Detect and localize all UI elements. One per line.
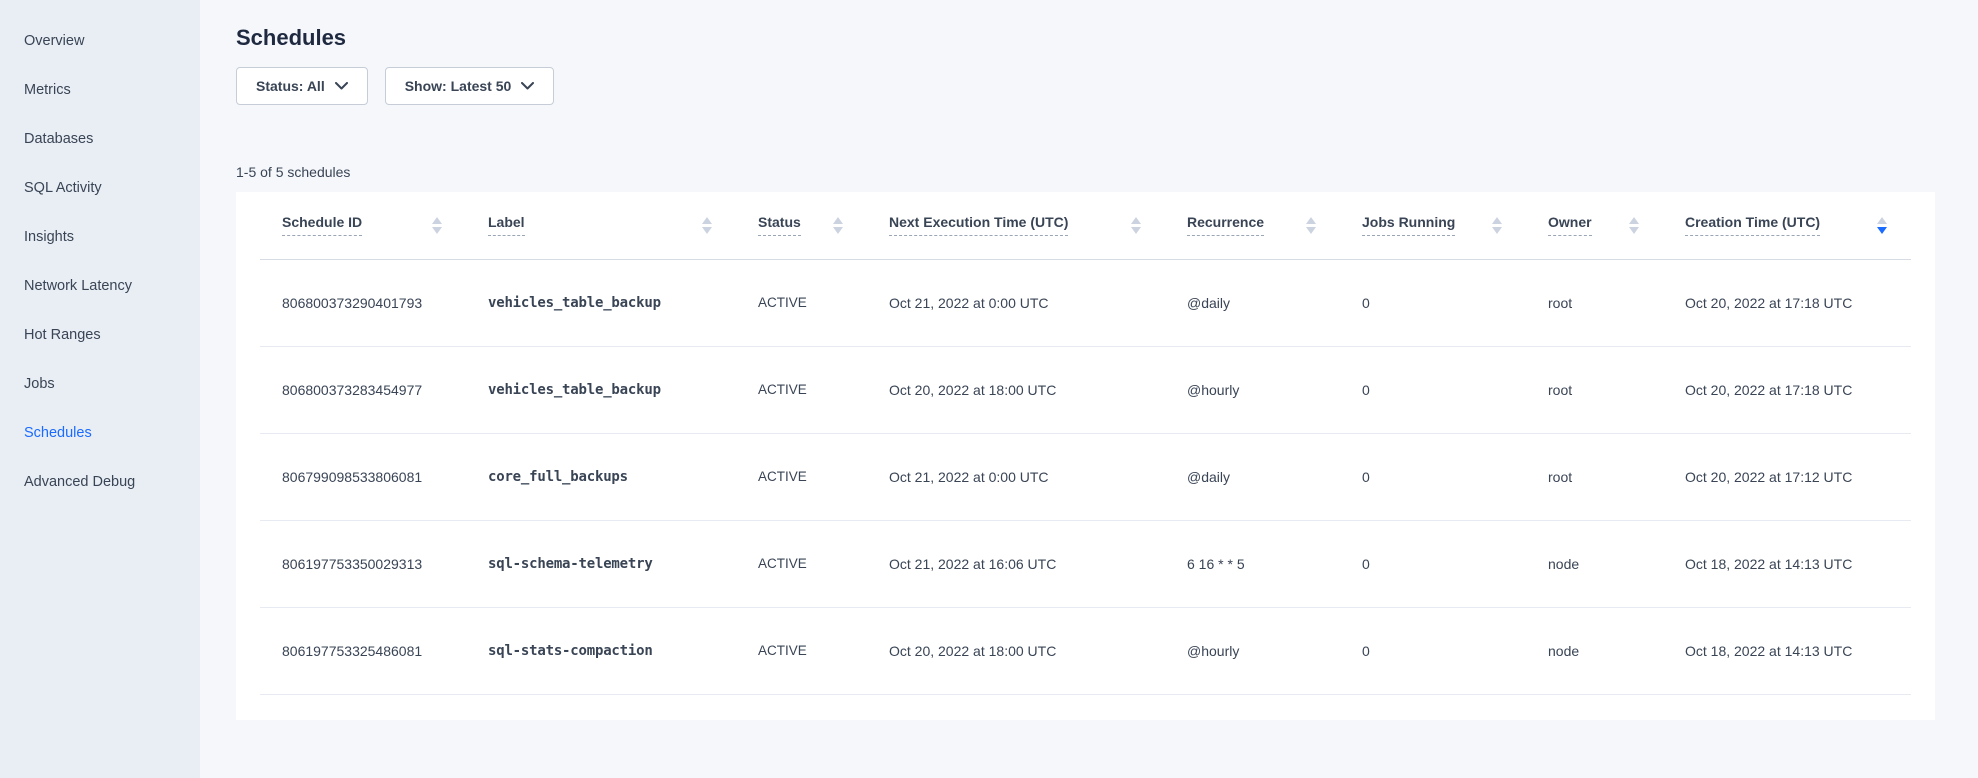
page-title: Schedules xyxy=(236,24,1935,52)
column-header-schedule_id[interactable]: Schedule ID xyxy=(260,192,466,259)
results-count: 1-5 of 5 schedules xyxy=(236,164,1935,182)
sidebar-item-network-latency[interactable]: Network Latency xyxy=(0,262,200,311)
table-row: 806799098533806081core_full_backupsACTIV… xyxy=(260,433,1911,520)
table-row: 806197753350029313sql-schema-telemetryAC… xyxy=(260,520,1911,607)
cell-label: core_full_backups xyxy=(466,433,736,520)
column-header-label[interactable]: Label xyxy=(466,192,736,259)
cell-next_execution: Oct 20, 2022 at 18:00 UTC xyxy=(867,346,1165,433)
cell-jobs_running: 0 xyxy=(1340,433,1526,520)
status-filter-dropdown[interactable]: Status: All xyxy=(236,67,368,105)
sidebar-item-databases[interactable]: Databases xyxy=(0,115,200,164)
chevron-down-icon xyxy=(335,82,348,90)
cell-schedule_id: 806197753350029313 xyxy=(260,520,466,607)
cell-creation_time: Oct 18, 2022 at 14:13 UTC xyxy=(1663,607,1911,694)
table-row: 806197753325486081sql-stats-compactionAC… xyxy=(260,607,1911,694)
sort-icon xyxy=(702,217,712,234)
filter-bar: Status: All Show: Latest 50 xyxy=(236,67,1935,105)
schedules-table: Schedule ID Label Status Next Execution Tim… xyxy=(260,192,1911,695)
cell-recurrence: @hourly xyxy=(1165,346,1340,433)
sort-icon xyxy=(833,217,843,234)
cell-status: ACTIVE xyxy=(736,433,867,520)
status-filter-label: Status: All xyxy=(256,78,325,94)
cell-jobs_running: 0 xyxy=(1340,346,1526,433)
cell-jobs_running: 0 xyxy=(1340,607,1526,694)
column-label: Creation Time (UTC) xyxy=(1685,214,1820,236)
column-label: Schedule ID xyxy=(282,214,362,236)
cell-owner: root xyxy=(1526,259,1663,346)
sort-icon xyxy=(1629,217,1639,234)
schedules-table-card: Schedule ID Label Status Next Execution Tim… xyxy=(236,192,1935,720)
cell-schedule_id: 806800373283454977 xyxy=(260,346,466,433)
cell-label: vehicles_table_backup xyxy=(466,259,736,346)
cell-status: ACTIVE xyxy=(736,346,867,433)
sidebar-item-insights[interactable]: Insights xyxy=(0,213,200,262)
cell-next_execution: Oct 20, 2022 at 18:00 UTC xyxy=(867,607,1165,694)
column-header-status[interactable]: Status xyxy=(736,192,867,259)
cell-owner: node xyxy=(1526,607,1663,694)
cell-label: sql-schema-telemetry xyxy=(466,520,736,607)
column-label: Jobs Running xyxy=(1362,214,1455,236)
sidebar-item-hot-ranges[interactable]: Hot Ranges xyxy=(0,311,200,360)
cell-recurrence: @daily xyxy=(1165,259,1340,346)
cell-next_execution: Oct 21, 2022 at 16:06 UTC xyxy=(867,520,1165,607)
main-content: Schedules Status: All Show: Latest 50 1-… xyxy=(200,0,1978,778)
show-filter-dropdown[interactable]: Show: Latest 50 xyxy=(385,67,555,105)
column-header-owner[interactable]: Owner xyxy=(1526,192,1663,259)
cell-status: ACTIVE xyxy=(736,520,867,607)
table-row: 806800373283454977vehicles_table_backupA… xyxy=(260,346,1911,433)
sort-icon xyxy=(432,217,442,234)
cell-creation_time: Oct 18, 2022 at 14:13 UTC xyxy=(1663,520,1911,607)
column-label: Recurrence xyxy=(1187,214,1264,236)
column-header-next_execution[interactable]: Next Execution Time (UTC) xyxy=(867,192,1165,259)
sort-icon xyxy=(1877,217,1887,234)
cell-schedule_id: 806799098533806081 xyxy=(260,433,466,520)
column-label: Owner xyxy=(1548,214,1592,236)
cell-creation_time: Oct 20, 2022 at 17:12 UTC xyxy=(1663,433,1911,520)
sidebar-item-advanced-debug[interactable]: Advanced Debug xyxy=(0,458,200,507)
cell-owner: root xyxy=(1526,346,1663,433)
table-header-row: Schedule ID Label Status Next Execution Tim… xyxy=(260,192,1911,259)
cell-recurrence: @hourly xyxy=(1165,607,1340,694)
cell-schedule_id: 806800373290401793 xyxy=(260,259,466,346)
column-label: Status xyxy=(758,214,801,236)
cell-creation_time: Oct 20, 2022 at 17:18 UTC xyxy=(1663,259,1911,346)
column-header-creation_time[interactable]: Creation Time (UTC) xyxy=(1663,192,1911,259)
cell-next_execution: Oct 21, 2022 at 0:00 UTC xyxy=(867,259,1165,346)
column-header-jobs_running[interactable]: Jobs Running xyxy=(1340,192,1526,259)
sort-icon xyxy=(1131,217,1141,234)
sort-icon xyxy=(1306,217,1316,234)
cell-label: vehicles_table_backup xyxy=(466,346,736,433)
cell-creation_time: Oct 20, 2022 at 17:18 UTC xyxy=(1663,346,1911,433)
cell-owner: node xyxy=(1526,520,1663,607)
cell-recurrence: 6 16 * * 5 xyxy=(1165,520,1340,607)
cell-schedule_id: 806197753325486081 xyxy=(260,607,466,694)
chevron-down-icon xyxy=(521,82,534,90)
cell-label: sql-stats-compaction xyxy=(466,607,736,694)
cell-status: ACTIVE xyxy=(736,259,867,346)
cell-owner: root xyxy=(1526,433,1663,520)
sort-icon xyxy=(1492,217,1502,234)
column-label: Next Execution Time (UTC) xyxy=(889,214,1068,236)
table-row: 806800373290401793vehicles_table_backupA… xyxy=(260,259,1911,346)
sidebar-item-jobs[interactable]: Jobs xyxy=(0,360,200,409)
sidebar-item-schedules[interactable]: Schedules xyxy=(0,409,200,458)
column-header-recurrence[interactable]: Recurrence xyxy=(1165,192,1340,259)
show-filter-label: Show: Latest 50 xyxy=(405,78,512,94)
cell-jobs_running: 0 xyxy=(1340,259,1526,346)
sidebar-item-sql-activity[interactable]: SQL Activity xyxy=(0,164,200,213)
sidebar-item-overview[interactable]: Overview xyxy=(0,17,200,66)
cell-jobs_running: 0 xyxy=(1340,520,1526,607)
cell-status: ACTIVE xyxy=(736,607,867,694)
cell-recurrence: @daily xyxy=(1165,433,1340,520)
column-label: Label xyxy=(488,214,525,236)
sidebar: OverviewMetricsDatabasesSQL ActivityInsi… xyxy=(0,0,200,778)
sidebar-item-metrics[interactable]: Metrics xyxy=(0,66,200,115)
cell-next_execution: Oct 21, 2022 at 0:00 UTC xyxy=(867,433,1165,520)
